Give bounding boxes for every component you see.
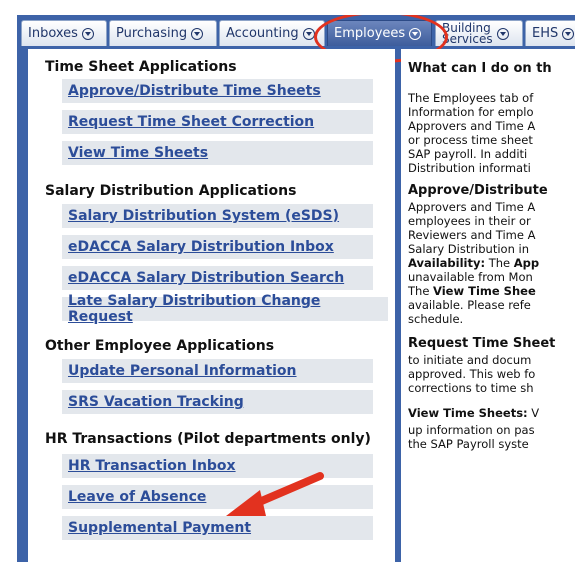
link-view-time-sheets[interactable]: View Time Sheets [62,141,373,165]
chevron-down-icon [81,27,94,40]
chevron-down-icon [496,27,509,40]
link-salary-distribution-system[interactable]: Salary Distribution System (eSDS) [62,204,373,228]
link-edacca-search[interactable]: eDACCA Salary Distribution Search [62,266,373,290]
help-text-line: approved. This web fo [408,367,536,381]
link-edacca-inbox[interactable]: eDACCA Salary Distribution Inbox [62,235,373,259]
availability-line: Availability: The App [408,256,539,270]
tab-ehs[interactable]: EHS [525,20,575,46]
tab-bar: Inboxes Purchasing Accounting Employees … [17,15,575,63]
link-update-personal-information[interactable]: Update Personal Information [62,359,373,383]
view-time-sheets-heading: View Time Sheets: [408,406,528,420]
tab-label: Building Services [442,22,493,46]
view-time-bold: View Time Shee [433,284,536,298]
tab-inboxes[interactable]: Inboxes [21,20,107,46]
applications-panel: Time Sheet Applications Approve/Distribu… [28,49,395,562]
red-arrow-annotation [226,472,324,516]
help-text-line: corrections to time sh [408,381,534,395]
category-other-employee: Other Employee Applications [45,338,275,354]
availability-bold: App [513,256,540,270]
chevron-down-icon [562,27,574,40]
tab-label: Inboxes [28,26,78,41]
tab-purchasing[interactable]: Purchasing [109,20,217,46]
help-text-line: Approvers and Time A [408,119,536,133]
link-srs-vacation-tracking[interactable]: SRS Vacation Tracking [62,390,373,414]
tab-label: Accounting [226,26,299,41]
chevron-down-icon [302,27,315,40]
help-text-line: to initiate and docum [408,353,532,367]
tab-label-line2: Services [442,31,493,46]
help-text-line: The Employees tab of [408,91,534,105]
help-text-line: up information on pas [408,423,535,437]
link-request-time-sheet-correction[interactable]: Request Time Sheet Correction [62,110,373,134]
help-text-line: Approvers and Time A [408,200,536,214]
help-text-line: the SAP Payroll syste [408,437,529,451]
help-text-line: unavailable from Mon [408,270,533,284]
request-time-sheet-heading: Request Time Sheet [408,336,556,351]
help-text-line: Distribution informati [408,161,531,175]
help-text-line: employees in their or [408,214,531,228]
view-time-line: The View Time Shee [408,284,536,298]
help-text-line: SAP payroll. In additi [408,147,528,161]
link-late-salary-change-request[interactable]: Late Salary Distribution Change Request [62,293,388,325]
view-heading-rest: V [527,406,540,420]
help-heading: What can I do on th [408,61,552,76]
help-panel: What can I do on th The Employees tab of… [401,49,575,562]
help-text-line: Salary Distribution in [408,242,530,256]
tab-label: Purchasing [116,26,188,41]
tab-building-services[interactable]: Building Services [435,20,523,46]
link-approve-distribute-time-sheets[interactable]: Approve/Distribute Time Sheets [62,79,373,103]
tab-accounting[interactable]: Accounting [219,20,325,46]
help-text-line: schedule. [408,312,464,326]
help-text-line: Information for emplo [408,105,534,119]
help-text-line: available. Please refe [408,298,531,312]
chevron-down-icon [191,27,204,40]
approve-distribute-heading: Approve/Distribute [408,183,548,198]
category-hr-transactions: HR Transactions (Pilot departments only) [45,431,371,447]
availability-label: Availability: [408,256,486,270]
category-salary-distribution: Salary Distribution Applications [45,183,297,199]
tab-label: EHS [532,26,559,41]
the-word: The [408,284,434,298]
availability-rest: The [485,256,514,270]
category-time-sheet: Time Sheet Applications [45,59,237,75]
help-text-line: or process time sheet [408,133,533,147]
view-time-sheets-line: View Time Sheets: V [408,406,539,420]
help-text-line: Reviewers and Time A [408,228,536,242]
